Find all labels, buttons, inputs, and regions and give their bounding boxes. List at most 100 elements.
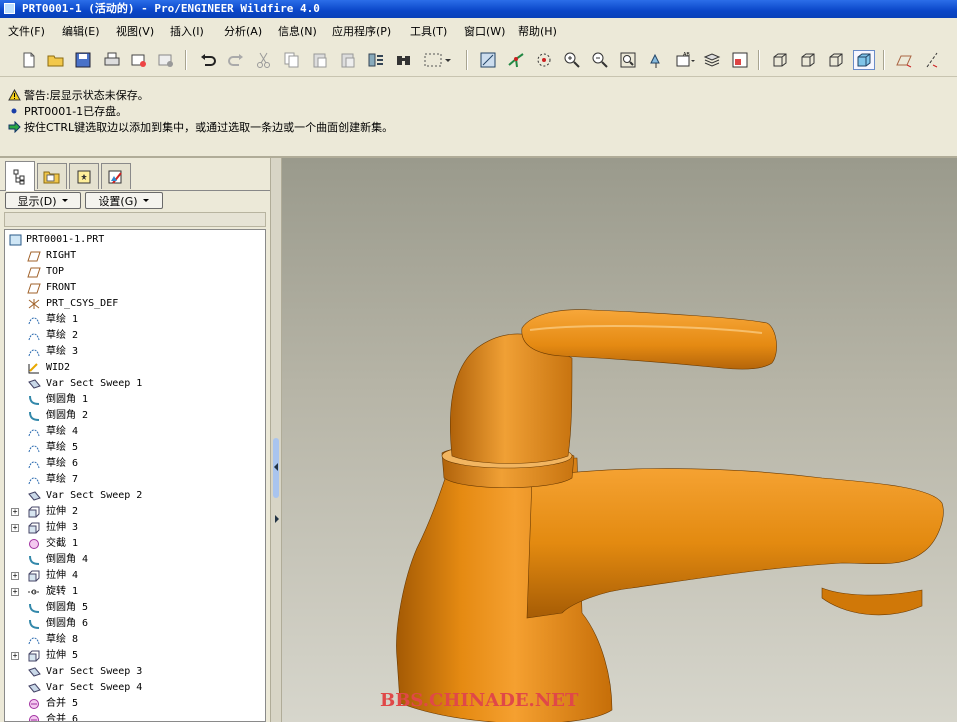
- menu-tools[interactable]: 工具(T): [410, 23, 447, 39]
- undo-icon[interactable]: [197, 50, 219, 70]
- tree-item[interactable]: + 拉伸 2: [5, 504, 265, 520]
- csys-icon: [28, 299, 40, 309]
- expand-toggle-icon[interactable]: +: [11, 652, 19, 660]
- tree-item[interactable]: 草绘 4: [5, 424, 265, 440]
- print-icon[interactable]: [101, 50, 123, 70]
- tree-item[interactable]: 草绘 6: [5, 456, 265, 472]
- expand-toggle-icon[interactable]: +: [11, 572, 19, 580]
- revolve-icon: [28, 589, 40, 595]
- show-dropdown[interactable]: 显示(D): [5, 192, 81, 209]
- reorient-icon[interactable]: [645, 50, 667, 70]
- tab-folder-browser[interactable]: [37, 163, 67, 189]
- tree-item[interactable]: WID2: [5, 360, 265, 376]
- menu-analysis[interactable]: 分析(A): [224, 23, 262, 39]
- open-folder-icon[interactable]: [45, 50, 67, 70]
- tree-item[interactable]: 倒圆角 1: [5, 392, 265, 408]
- tree-item[interactable]: 草绘 3: [5, 344, 265, 360]
- menu-help[interactable]: 帮助(H): [518, 23, 557, 39]
- tab-favorites[interactable]: [69, 163, 99, 189]
- zoom-out-icon[interactable]: [589, 50, 611, 70]
- menu-insert[interactable]: 插入(I): [170, 23, 204, 39]
- tree-item[interactable]: Var Sect Sweep 4: [5, 680, 265, 696]
- menu-window[interactable]: 窗口(W): [464, 23, 505, 39]
- tree-item[interactable]: RIGHT: [5, 248, 265, 264]
- tree-item[interactable]: 合并 6: [5, 712, 265, 721]
- tree-item[interactable]: 倒圆角 5: [5, 600, 265, 616]
- expand-toggle-icon[interactable]: +: [11, 508, 19, 516]
- tree-item-label: 倒圆角 2: [46, 410, 89, 421]
- menu-file[interactable]: 文件(F): [8, 23, 45, 39]
- spin-center-icon[interactable]: [505, 50, 527, 70]
- tree-root-item[interactable]: PRT0001-1.PRT: [5, 232, 265, 248]
- layers-icon[interactable]: [701, 50, 723, 70]
- tree-item[interactable]: + 拉伸 4: [5, 568, 265, 584]
- tree-item[interactable]: 交截 1: [5, 536, 265, 552]
- refit-icon[interactable]: [617, 50, 639, 70]
- tree-item[interactable]: 倒圆角 2: [5, 408, 265, 424]
- tree-item[interactable]: 草绘 1: [5, 312, 265, 328]
- tree-item[interactable]: + 拉伸 5: [5, 648, 265, 664]
- tree-item[interactable]: 草绘 8: [5, 632, 265, 648]
- expand-toggle-icon[interactable]: +: [11, 524, 19, 532]
- tree-item-label: 草绘 2: [46, 330, 79, 341]
- tree-item[interactable]: 倒圆角 4: [5, 552, 265, 568]
- tree-item[interactable]: Var Sect Sweep 3: [5, 664, 265, 680]
- tree-item[interactable]: 草绘 5: [5, 440, 265, 456]
- save-icon[interactable]: [72, 50, 94, 70]
- expand-icon[interactable]: [274, 515, 280, 523]
- redo-icon[interactable]: [225, 50, 247, 70]
- shading-icon[interactable]: [853, 50, 875, 70]
- no-hidden-icon[interactable]: [825, 50, 847, 70]
- tree-item[interactable]: PRT_CSYS_DEF: [5, 296, 265, 312]
- collapse-icon[interactable]: [273, 463, 279, 471]
- send-mail-icon[interactable]: [128, 50, 150, 70]
- menu-view[interactable]: 视图(V): [116, 23, 154, 39]
- navigator-tabs: [0, 160, 270, 191]
- tree-item[interactable]: + 旋转 1: [5, 584, 265, 600]
- copy-icon[interactable]: [281, 50, 303, 70]
- menu-info[interactable]: 信息(N): [278, 23, 317, 39]
- tree-item[interactable]: TOP: [5, 264, 265, 280]
- datum-axes-icon[interactable]: [921, 50, 943, 70]
- expand-toggle-icon[interactable]: +: [11, 588, 19, 596]
- orient-mode-icon[interactable]: [533, 50, 555, 70]
- saved-views-icon[interactable]: AB: [673, 50, 699, 70]
- tree-item-label: 倒圆角 4: [46, 554, 89, 565]
- sweep-icon: [28, 491, 41, 501]
- tree-item-label: 草绘 6: [46, 458, 79, 469]
- tree-item[interactable]: 倒圆角 6: [5, 616, 265, 632]
- regenerate-icon[interactable]: [365, 50, 387, 70]
- paste-icon[interactable]: [309, 50, 331, 70]
- selection-filter-icon[interactable]: [421, 50, 453, 70]
- tree-item[interactable]: 合并 5: [5, 696, 265, 712]
- menu-edit[interactable]: 编辑(E): [62, 23, 100, 39]
- tree-item[interactable]: FRONT: [5, 280, 265, 296]
- panel-splitter[interactable]: [270, 158, 282, 722]
- tree-item-label: Var Sect Sweep 4: [46, 682, 143, 693]
- view-manager-icon[interactable]: [729, 50, 751, 70]
- settings-dropdown[interactable]: 设置(G): [85, 192, 163, 209]
- repaint-icon[interactable]: [477, 50, 499, 70]
- graphics-window[interactable]: [282, 158, 957, 722]
- chevron-down-icon: [142, 198, 149, 202]
- round-icon: [29, 395, 40, 405]
- tree-item-label: TOP: [46, 266, 65, 277]
- menu-applications[interactable]: 应用程序(P): [332, 23, 391, 39]
- hidden-line-icon[interactable]: [797, 50, 819, 70]
- wireframe-icon[interactable]: [769, 50, 791, 70]
- find-icon[interactable]: [393, 50, 415, 70]
- tab-model-tree[interactable]: [5, 161, 35, 191]
- tab-connections[interactable]: [101, 163, 131, 189]
- paste-special-icon[interactable]: [337, 50, 359, 70]
- tree-item[interactable]: Var Sect Sweep 2: [5, 488, 265, 504]
- cut-icon[interactable]: [253, 50, 275, 70]
- tree-item[interactable]: Var Sect Sweep 1: [5, 376, 265, 392]
- tree-item[interactable]: + 拉伸 3: [5, 520, 265, 536]
- tree-item[interactable]: 草绘 2: [5, 328, 265, 344]
- send-link-icon[interactable]: [155, 50, 177, 70]
- zoom-in-icon[interactable]: [561, 50, 583, 70]
- title-bar: PRT0001-1 (活动的) - Pro/ENGINEER Wildfire …: [0, 0, 957, 18]
- tree-item[interactable]: 草绘 7: [5, 472, 265, 488]
- new-file-icon[interactable]: [18, 50, 40, 70]
- datum-planes-icon[interactable]: [893, 50, 915, 70]
